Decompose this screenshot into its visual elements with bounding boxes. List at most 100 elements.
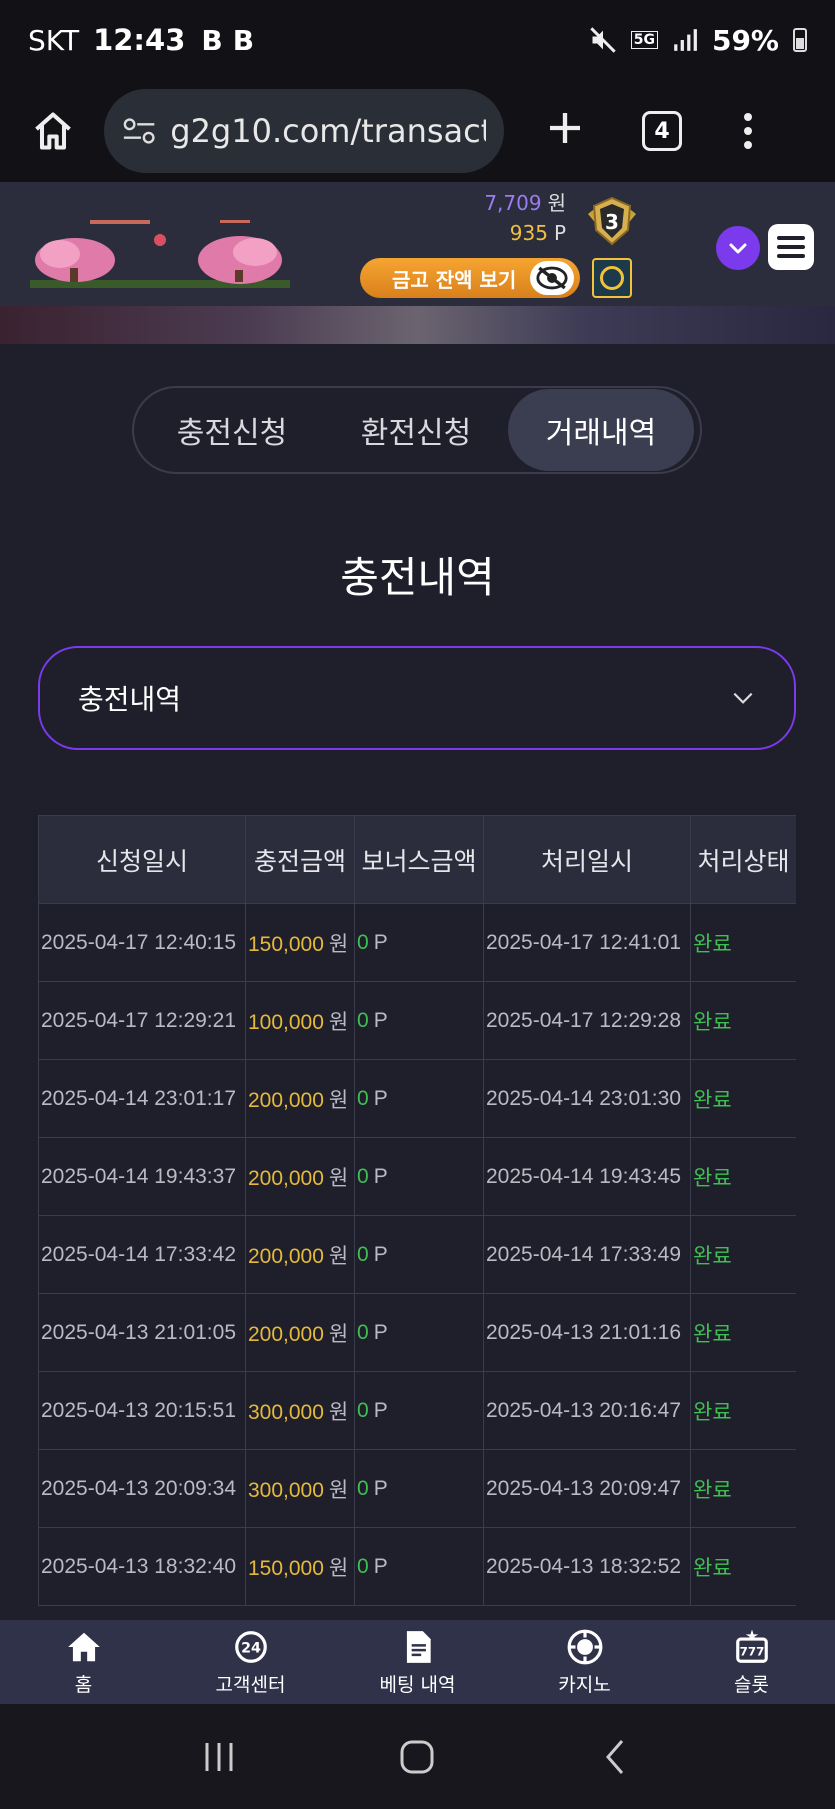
bonus-value: 0: [357, 930, 369, 954]
amount-unit: 원: [328, 1478, 349, 1502]
bonus-value: 0: [357, 1086, 369, 1110]
amount-value: 150,000: [248, 1556, 324, 1580]
bonus-cell: 0P: [354, 1215, 484, 1294]
network-5g-icon: 5G: [630, 31, 658, 49]
amount-value: 200,000: [248, 1166, 324, 1190]
header-processed-at: 처리일시: [483, 815, 691, 904]
requested-at-cell: 2025-04-14 17:33:42: [38, 1215, 246, 1294]
deposit-history-table: 신청일시 충전금액 보너스금액 처리일시 처리상태 2025-04-17 12:…: [38, 815, 796, 1620]
home-icon: [67, 1632, 100, 1661]
amount-cell: 300,000 원: [245, 1449, 355, 1528]
chevron-down-icon: [733, 692, 753, 704]
new-tab-button[interactable]: [540, 105, 590, 157]
plus-icon: [550, 113, 580, 143]
nav-casino[interactable]: 카지노: [501, 1620, 668, 1704]
processed-at-cell: 2025-04-13 20:16:47: [483, 1371, 691, 1450]
site-logo[interactable]: [30, 220, 290, 290]
bonus-cell: 0P: [354, 1371, 484, 1450]
requested-at-cell: 2025-04-17 12:40:15: [38, 903, 246, 982]
back-icon[interactable]: [596, 1737, 636, 1777]
b-app-icon-2: B: [232, 23, 255, 57]
status-cell: 완료: [690, 1293, 796, 1372]
browser-toolbar: g2g10.com/transacti 4: [0, 80, 835, 182]
safe-icon[interactable]: [592, 258, 632, 298]
points-unit: P: [553, 221, 566, 245]
nav-support-label: 고객센터: [215, 1673, 286, 1696]
browser-home-button[interactable]: [22, 100, 84, 162]
document-icon: [406, 1630, 431, 1663]
amount-cell: 150,000 원: [245, 903, 355, 982]
balance-display: 7,709 원 935 P: [480, 188, 566, 248]
requested-at-cell: 2025-04-13 20:15:51: [38, 1371, 246, 1450]
casino-chip-icon: [567, 1629, 602, 1664]
bonus-value: 0: [357, 1398, 369, 1422]
bonus-unit: P: [373, 1554, 388, 1578]
banner-strip: [0, 306, 835, 344]
rank-badge[interactable]: 3: [584, 196, 640, 248]
rank-number: 3: [605, 210, 619, 234]
table-row: 2025-04-17 12:40:15 150,000 원 0 P 2025-04-17 …: [38, 903, 796, 982]
status-cell: 완료: [690, 1449, 796, 1528]
home-icon: [35, 112, 71, 150]
requested-at-cell: 2025-04-13 21:01:05: [38, 1293, 246, 1372]
won-unit: 원: [547, 191, 566, 215]
bonus-cell: 0P: [354, 981, 484, 1060]
bonus-unit: P: [373, 1398, 388, 1422]
amount-value: 200,000: [248, 1322, 324, 1346]
status-cell: 완료: [690, 1059, 796, 1138]
nav-home[interactable]: 홈: [0, 1620, 167, 1704]
bonus-cell: 0P: [354, 1137, 484, 1216]
android-home-icon[interactable]: [397, 1737, 437, 1777]
nav-slot[interactable]: 777 슬롯: [668, 1620, 835, 1704]
bonus-cell: 0P: [354, 903, 484, 982]
site-settings-icon[interactable]: [122, 116, 156, 146]
bonus-unit: P: [373, 930, 388, 954]
nav-bet-history[interactable]: 베팅 내역: [334, 1620, 501, 1704]
address-bar[interactable]: g2g10.com/transacti: [104, 89, 504, 173]
tab-switcher-button[interactable]: 4: [642, 111, 682, 151]
status-cell: 완료: [690, 903, 796, 982]
amount-unit: 원: [328, 1400, 349, 1424]
browser-menu-button[interactable]: [744, 113, 752, 149]
tab-deposit-request[interactable]: 충전신청: [140, 389, 324, 471]
amount-cell: 200,000 원: [245, 1137, 355, 1216]
bonus-cell: 0P: [354, 1449, 484, 1528]
tab-withdraw-request[interactable]: 환전신청: [324, 389, 508, 471]
site-header: 7,709 원 935 P 3 금고 잔액 보기: [0, 182, 835, 306]
header-amount: 충전금액: [245, 815, 355, 904]
table-row: 2025-04-13 18:32:40 150,000 원 0 P 2025-04-13 …: [38, 1527, 796, 1606]
bonus-value: 0: [357, 1008, 369, 1032]
cash-balance: 7,709: [484, 191, 542, 215]
bonus-value: 0: [357, 1242, 369, 1266]
processed-at-cell: 2025-04-14 17:33:49: [483, 1215, 691, 1294]
battery-percent: 59%: [711, 23, 779, 57]
svg-text:24: 24: [241, 1640, 261, 1656]
nav-slot-label: 슬롯: [734, 1673, 769, 1696]
header-bonus: 보너스금액: [354, 815, 484, 904]
bonus-cell: 0P: [354, 1527, 484, 1606]
bonus-unit: P: [373, 1164, 388, 1188]
requested-at-cell: 2025-04-13 20:09:34: [38, 1449, 246, 1528]
hamburger-menu-button[interactable]: [768, 224, 814, 270]
processed-at-cell: 2025-04-17 12:41:01: [483, 903, 691, 982]
amount-unit: 원: [328, 932, 349, 956]
amount-value: 300,000: [248, 1400, 324, 1424]
bonus-value: 0: [357, 1164, 369, 1188]
bonus-cell: 0P: [354, 1293, 484, 1372]
amount-unit: 원: [328, 1244, 349, 1268]
vault-balance-button[interactable]: 금고 잔액 보기: [360, 258, 580, 298]
bonus-unit: P: [373, 1008, 388, 1032]
history-type-select[interactable]: 충전내역: [38, 646, 796, 750]
table-row: 2025-04-13 20:15:51 300,000 원 0 P 2025-04-13 …: [38, 1371, 796, 1450]
nav-support[interactable]: 24 고객센터: [167, 1620, 334, 1704]
bottom-navigation: 홈 24 고객센터 베팅 내역 카지노 777 슬롯: [0, 1620, 835, 1704]
recent-apps-icon[interactable]: [199, 1739, 239, 1775]
url-text: g2g10.com/transacti: [170, 112, 486, 150]
processed-at-cell: 2025-04-14 23:01:30: [483, 1059, 691, 1138]
expand-button[interactable]: [716, 226, 760, 270]
tab-transaction-history[interactable]: 거래내역: [508, 389, 694, 471]
amount-value: 300,000: [248, 1478, 324, 1502]
table-header-row: 신청일시 충전금액 보너스금액 처리일시 처리상태: [38, 815, 796, 904]
system-navigation: [0, 1704, 835, 1809]
support-24-icon: 24: [234, 1630, 267, 1663]
